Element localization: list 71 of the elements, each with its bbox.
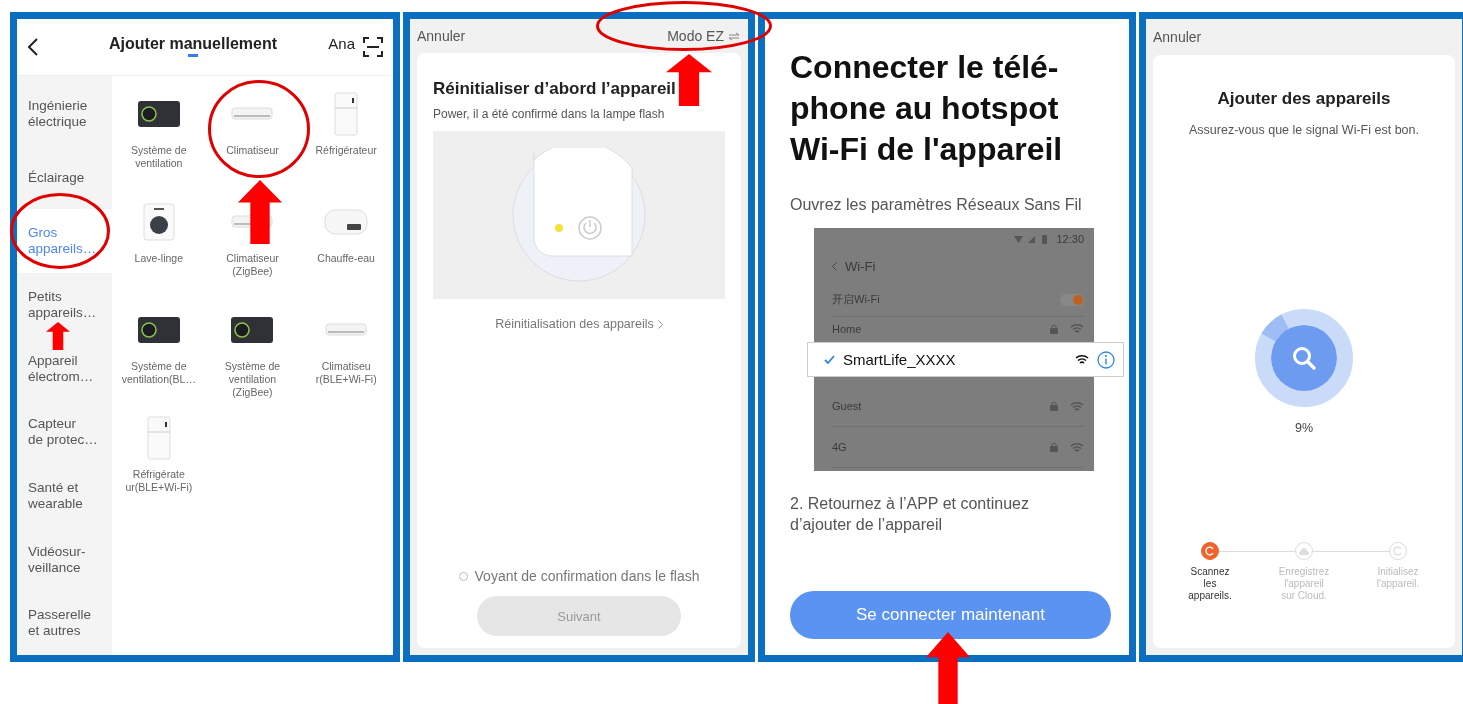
- lock-icon: [1050, 401, 1058, 411]
- card-title: Ajouter des appareils: [1217, 89, 1391, 109]
- annotation-arrow: [926, 632, 970, 704]
- reset-help-link[interactable]: Réinitialisation des appareils: [495, 317, 663, 331]
- network-row[interactable]: SmartLife_XXXX: [807, 342, 1124, 377]
- card-subtitle: Power, il a été confirmé dans la lampe flash: [433, 107, 666, 121]
- card-subtitle: Assurez-vous que le signal Wi-Fi est bon.: [1189, 123, 1419, 137]
- network-name: 4G: [832, 441, 847, 453]
- progress-percent: 9%: [1294, 421, 1314, 435]
- annotation-arrow: [238, 180, 282, 244]
- wifi-icon: [1075, 354, 1089, 365]
- tab[interactable]: Ajouter manuellement: [109, 34, 278, 60]
- ventilation-icon: [136, 315, 181, 345]
- device-label[interactable]: Chauffe-eau: [317, 252, 375, 265]
- category-item[interactable]: Éclairage: [17, 145, 112, 210]
- device-label[interactable]: Climatiseur (ZigBee): [226, 252, 279, 278]
- swap-icon: [728, 31, 740, 41]
- wifi-icon: [1070, 400, 1084, 412]
- network-name: Home: [832, 323, 862, 335]
- card-title: Réinitialiser d’abord l’appareil: [433, 79, 677, 99]
- search-icon: [1291, 345, 1317, 371]
- network-name: Guest: [832, 400, 862, 412]
- lock-icon: [1050, 442, 1058, 452]
- category-item[interactable]: Gros appareils…: [17, 209, 112, 273]
- category-item[interactable]: Petits appareils…: [17, 273, 112, 337]
- device-label[interactable]: Système de ventilation(BL…: [121, 360, 196, 386]
- step-label: Enregistrez l'appareil sur Cloud.: [1278, 566, 1330, 602]
- ventilation-icon: [136, 99, 181, 129]
- back-icon: [832, 262, 837, 271]
- washer-icon: [141, 203, 176, 241]
- page-title: Connecter le télé- phone au hotspot Wi-Fi de l'appareil: [790, 48, 1064, 169]
- device-label[interactable]: Lave-linge: [134, 252, 184, 265]
- back-icon[interactable]: [27, 38, 39, 56]
- category-item[interactable]: Ingénierie électrique: [17, 82, 112, 146]
- status-time: 12:30: [1056, 233, 1084, 245]
- scan-icon[interactable]: [363, 37, 383, 57]
- network-name: SmartLife_XXXX: [843, 351, 957, 368]
- device-label[interactable]: Climatiseur: [226, 144, 279, 157]
- category-item[interactable]: Vidéosur- veillance: [17, 527, 112, 592]
- cloud-icon: [1299, 547, 1309, 555]
- mode-link[interactable]: Modo EZ: [667, 28, 724, 44]
- step-label: Initialisez l'appareil.: [1376, 566, 1420, 590]
- heater-icon: [323, 207, 370, 237]
- wifi-icon: [1070, 441, 1084, 453]
- device-label[interactable]: Réfrigérateur: [315, 144, 377, 157]
- device-label[interactable]: Système de ventilation: [131, 144, 187, 170]
- cancel-link[interactable]: Annuler: [417, 28, 466, 44]
- toggle-switch[interactable]: [1060, 293, 1084, 306]
- step-label: Scannez les appareils.: [1188, 566, 1232, 602]
- ventilation-icon: [230, 315, 275, 345]
- lock-icon: [1050, 323, 1058, 334]
- device-label[interactable]: Système de ventilation (ZigBee): [224, 360, 281, 399]
- instruction-text: Ouvrez les paramètres Réseaux Sans Fil: [790, 196, 1083, 214]
- device-label[interactable]: Climatiseu r(BLE+Wi-Fi): [315, 360, 377, 386]
- category-item[interactable]: Capteur de protec…: [17, 400, 112, 465]
- tab[interactable]: Ana: [328, 35, 355, 59]
- info-icon[interactable]: [1097, 350, 1115, 369]
- step-text: 2. Retournez à l’APP et continuez d’ajouter de l’appareil: [790, 494, 1030, 535]
- chevron-icon: [657, 319, 663, 329]
- wifi-icon: [1070, 323, 1084, 334]
- refresh-icon: [1393, 546, 1403, 556]
- device-label[interactable]: Réfrigérate ur(BLE+Wi-Fi): [125, 468, 193, 494]
- category-item[interactable]: Santé et wearable: [17, 464, 112, 528]
- category-item[interactable]: Passerelle et autres: [17, 591, 112, 655]
- category-item[interactable]: Appareil électrom…: [17, 336, 112, 401]
- annotation-arrow: [46, 322, 70, 350]
- refresh-icon: [1205, 546, 1215, 556]
- toggle-label: 开启Wi-Fi: [832, 292, 880, 307]
- wifi-back-title: Wi-Fi: [845, 259, 876, 274]
- confirm-radio[interactable]: Voyant de confirmation dans le flash: [458, 568, 700, 584]
- cancel-link[interactable]: Annuler: [1153, 29, 1202, 45]
